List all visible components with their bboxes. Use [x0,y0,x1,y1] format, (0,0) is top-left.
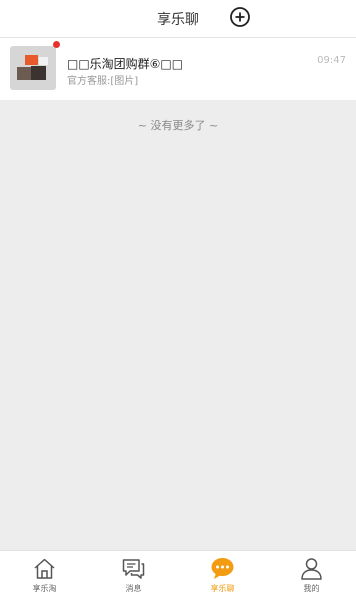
tab-messages[interactable]: 消息 [89,551,178,597]
group-avatar [10,46,56,90]
tab-home[interactable]: 享乐淘 [0,551,89,597]
tab-profile[interactable]: 我的 [267,551,356,597]
tab-messages-label: 消息 [125,584,142,593]
chat-time: 09:47 [317,55,346,66]
chat-bubble-icon [211,558,234,579]
page-title: 享乐聊 [157,12,199,28]
chat-list-item[interactable]: □□乐淘团购群⑥□□ 官方客服:[图片] 09:47 [0,38,356,100]
plus-circle-icon[interactable] [229,6,251,28]
tab-profile-label: 我的 [303,584,320,593]
chat-preview: 官方客服:[图片] [67,76,139,87]
message-icon [122,559,145,579]
bottom-tab-bar: 享乐淘 消息 享乐聊 我的 [0,550,356,597]
tab-chat[interactable]: 享乐聊 [178,551,267,597]
home-icon [34,558,55,579]
user-icon [301,558,322,580]
tab-home-label: 享乐淘 [32,584,57,593]
tab-chat-label: 享乐聊 [210,584,235,593]
chat-name: □□乐淘团购群⑥□□ [67,57,184,71]
unread-badge [53,41,60,48]
top-header: 享乐聊 [0,0,356,38]
no-more-hint: ~ 没有更多了 ~ [137,119,219,132]
